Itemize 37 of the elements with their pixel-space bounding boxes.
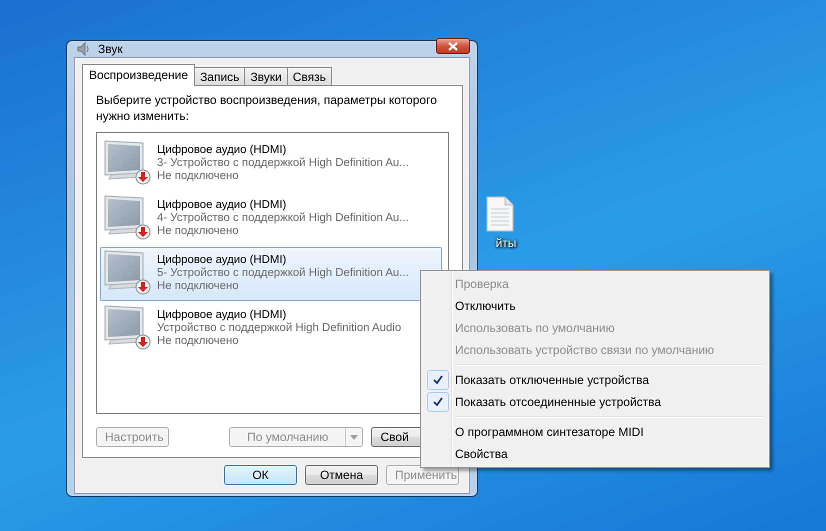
monitor-disconnected-icon [103, 304, 151, 350]
device-name: Цифровое аудио (HDMI) [157, 254, 288, 267]
close-icon [448, 42, 458, 50]
device-item[interactable]: Цифровое аудио (HDMI) 3- Устройство с поддержкой High Definition Au... Не подключено [100, 137, 442, 191]
device-name: Цифровое аудио (HDMI) [157, 199, 288, 212]
window-title: Звук [98, 42, 124, 56]
device-description: 3- Устройство с поддержкой High Definition Au... [157, 157, 409, 170]
menu-item[interactable]: Свойства [455, 447, 508, 461]
device-status: Не подключено [157, 280, 240, 293]
device-status: Не подключено [157, 335, 240, 348]
caret-icon [350, 434, 358, 440]
device-description: 4- Устройство с поддержкой High Definition Au... [157, 212, 409, 225]
device-description: 5- Устройство с поддержкой High Definition Au... [157, 267, 409, 280]
menu-item[interactable]: Отключить [455, 299, 516, 313]
monitor-disconnected-icon [103, 139, 151, 185]
monitor-disconnected-icon [103, 194, 151, 240]
tab[interactable]: Воспроизведение [82, 64, 196, 86]
dialog-button[interactable]: ОК [224, 465, 297, 485]
dialog-button[interactable]: Отмена [305, 465, 378, 485]
device-item[interactable]: Цифровое аудио (HDMI) Устройство с поддержкой High Definition Audio Не подключено [100, 302, 442, 356]
device-description: Устройство с поддержкой High Definition Audio [157, 322, 402, 335]
menu-item[interactable]: О программном синтезаторе MIDI [455, 425, 644, 439]
tab[interactable]: Запись [194, 67, 246, 86]
menu-item[interactable]: Показать отсоединенные устройства [455, 395, 662, 409]
device-name: Цифровое аудио (HDMI) [157, 144, 288, 157]
device-item[interactable]: Цифровое аудио (HDMI) 5- Устройство с поддержкой High Definition Au... Не подключено [100, 247, 442, 301]
device-status: Не подключено [157, 170, 240, 183]
menu-item[interactable]: Показать отключенные устройства [455, 373, 650, 387]
monitor-disconnected-icon [103, 249, 151, 295]
tab[interactable]: Связь [286, 67, 332, 86]
close-button[interactable] [436, 38, 470, 54]
device-status: Не подключено [157, 225, 240, 238]
device-item[interactable]: Цифровое аудио (HDMI) 4- Устройство с поддержкой High Definition Au... Не подключено [100, 192, 442, 246]
device-name: Цифровое аудио (HDMI) [157, 309, 288, 322]
document-icon [486, 196, 514, 232]
tab[interactable]: Звуки [244, 67, 288, 86]
instruction-text: Выберите устройство воспроизведения, параметры которого нужно изменить: [96, 92, 438, 124]
